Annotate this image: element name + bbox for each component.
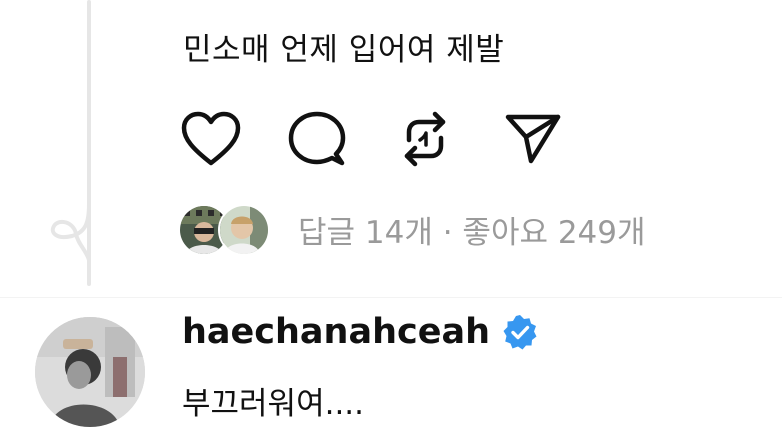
repost-button[interactable] [394, 108, 456, 170]
comment-icon [288, 111, 346, 166]
reply-username[interactable]: haechanahceah [182, 312, 490, 352]
reply-header: haechanahceah [182, 312, 538, 352]
post-text: 민소매 언제 입어여 제발 [183, 32, 505, 68]
verified-badge-icon [503, 315, 537, 350]
like-button[interactable] [180, 108, 242, 170]
repost-icon [404, 111, 446, 167]
divider [0, 297, 782, 298]
comment-button[interactable] [286, 108, 348, 170]
post-stats: 답글 14개 · 좋아요 249개 [178, 203, 646, 256]
stats-text[interactable]: 답글 14개 · 좋아요 249개 [298, 207, 646, 252]
replier-avatar [218, 204, 270, 256]
reply-avatar[interactable] [35, 317, 145, 427]
send-icon [505, 114, 561, 164]
thread-curl-icon [46, 202, 96, 266]
share-button[interactable] [502, 108, 564, 170]
heart-icon [181, 111, 241, 166]
replier-avatars[interactable] [178, 204, 270, 256]
reply-text: 부끄러워여.... [182, 386, 365, 422]
